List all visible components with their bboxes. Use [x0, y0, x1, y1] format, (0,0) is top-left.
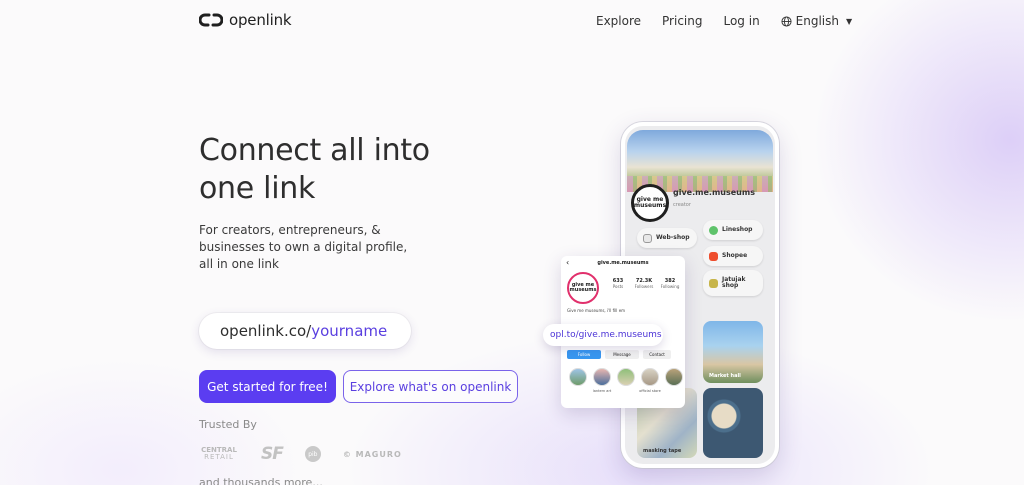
- ig-highlight-label: official store: [639, 389, 661, 393]
- thousands-more-text: and thousands more...: [199, 476, 323, 485]
- ig-highlight-3[interactable]: [617, 368, 635, 386]
- ig-highlight-2[interactable]: [593, 368, 611, 386]
- brand-circle-logo: pib: [304, 446, 321, 462]
- explore-openlink-button[interactable]: Explore what's on openlink: [343, 370, 518, 403]
- brand-maguro-logo: © MAGURO: [342, 449, 402, 459]
- hero-subtitle: For creators, entrepreneurs, & businesse…: [199, 223, 408, 271]
- line-icon: [709, 225, 718, 235]
- ig-stat-followers: 72.3K Followers: [634, 278, 654, 289]
- get-started-button[interactable]: Get started for free!: [199, 370, 336, 403]
- ig-follow-button[interactable]: Follow: [567, 350, 601, 359]
- ig-highlight-1[interactable]: [569, 368, 587, 386]
- profile-name: give.me.museums: [673, 188, 755, 197]
- language-selector[interactable]: English ▼: [781, 14, 853, 28]
- ig-contact-button[interactable]: Contact: [643, 350, 671, 359]
- shopee-icon: [709, 251, 718, 261]
- brand-central-retail-logo: CENTRAL RETAIL: [201, 446, 237, 461]
- chevron-down-icon: ▼: [846, 16, 853, 26]
- hero-title-line2: one link: [199, 171, 316, 206]
- ig-highlight-5[interactable]: [665, 368, 683, 386]
- ig-stat-following: 382 Following: [660, 278, 680, 289]
- profile-role: creator: [673, 202, 691, 208]
- nav-links: Explore Pricing Log in English ▼: [596, 14, 852, 28]
- profile-avatar: give me museums: [631, 184, 669, 222]
- logo[interactable]: openlink: [199, 11, 292, 29]
- tile-tape-rolls[interactable]: [703, 388, 763, 458]
- link-icon: [643, 233, 652, 243]
- chip-lineshop[interactable]: Lineshop: [703, 220, 763, 240]
- language-label: English: [795, 14, 840, 28]
- logo-icon: [199, 13, 223, 27]
- ig-highlight-label: lantern art: [592, 389, 612, 393]
- logo-text: openlink: [229, 11, 292, 29]
- nav-login-link[interactable]: Log in: [723, 14, 759, 28]
- tile-market-hall[interactable]: Market hall: [703, 321, 763, 383]
- username-url-input[interactable]: openlink.co/yourname: [199, 313, 411, 349]
- ig-profile-link-pill[interactable]: opl.to/give.me.museums: [543, 324, 663, 346]
- hero-title: Connect all into one link: [199, 132, 499, 208]
- ig-highlight-4[interactable]: [641, 368, 659, 386]
- globe-icon: [781, 15, 792, 27]
- ig-username: give.me.museums: [597, 260, 649, 266]
- ig-avatar: give me museums: [567, 272, 599, 304]
- nav-explore-link[interactable]: Explore: [596, 14, 641, 28]
- ig-bio: Give me museums, i'll fill em: [567, 308, 626, 313]
- shop-icon: [709, 278, 718, 288]
- chip-shopee[interactable]: Shopee: [703, 246, 763, 266]
- ig-message-button[interactable]: Message: [605, 350, 639, 359]
- chip-jatujak-shop[interactable]: Jatujak shop: [703, 270, 763, 296]
- top-nav: openlink Explore Pricing Log in English …: [0, 0, 1024, 42]
- nav-pricing-link[interactable]: Pricing: [662, 14, 702, 28]
- background-glow: [0, 0, 1024, 485]
- hero-title-line1: Connect all into: [199, 133, 430, 168]
- trusted-by-label: Trusted By: [199, 418, 257, 431]
- url-prefix: openlink.co/: [220, 322, 312, 340]
- chip-web-shop[interactable]: Web-shop: [637, 228, 697, 248]
- profile-banner-image: [627, 130, 773, 192]
- url-suffix: yourname: [311, 322, 388, 340]
- trusted-brands: CENTRAL RETAIL SF pib © MAGURO: [199, 444, 402, 464]
- brand-sf-logo: SF: [261, 444, 284, 464]
- ig-stat-posts: 633 Posts: [612, 278, 624, 289]
